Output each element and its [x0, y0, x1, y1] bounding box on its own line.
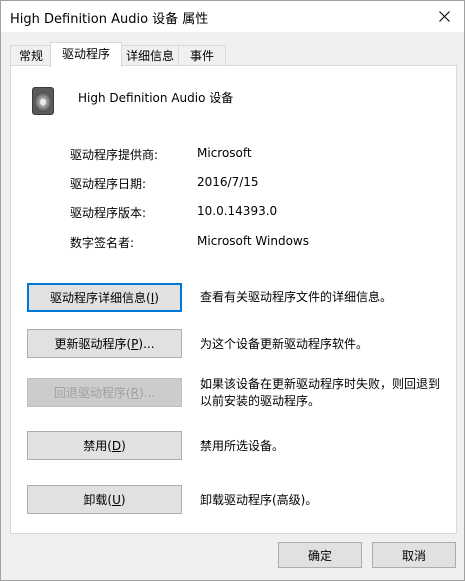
device-name: High Definition Audio 设备 [78, 91, 234, 105]
update-driver-description: 为这个设备更新驱动程序软件。 [200, 337, 369, 351]
digital-signer-value: Microsoft Windows [197, 234, 309, 248]
disable-device-accesskey: D [111, 438, 122, 453]
uninstall-driver-accesskey: U [112, 492, 121, 507]
update-driver-button[interactable]: 更新驱动程序(P)... [27, 329, 182, 358]
driver-details-description: 查看有关驱动程序文件的详细信息。 [200, 290, 393, 304]
disable-device-label-pre: 禁用( [83, 439, 112, 453]
driver-date-value: 2016/7/15 [197, 175, 259, 189]
title-bar: High Definition Audio 设备 属性 [1, 1, 464, 32]
driver-date-label: 驱动程序日期: [70, 177, 147, 191]
properties-dialog: High Definition Audio 设备 属性 常规 驱动程序 详细信息… [0, 0, 465, 581]
ok-button[interactable]: 确定 [278, 542, 362, 568]
driver-provider-label: 驱动程序提供商: [70, 148, 159, 162]
digital-signer-label: 数字签名者: [70, 236, 135, 250]
driver-details-label-post: ) [154, 290, 159, 305]
disable-device-description: 禁用所选设备。 [200, 439, 285, 453]
cancel-button[interactable]: 取消 [372, 542, 456, 568]
driver-version-value: 10.0.14393.0 [197, 204, 278, 218]
speaker-icon [32, 87, 54, 115]
tab-general[interactable]: 常规 [10, 45, 52, 66]
driver-panel: High Definition Audio 设备 驱动程序提供商: Micros… [10, 65, 457, 534]
rollback-driver-accesskey: R [130, 385, 139, 400]
uninstall-driver-button[interactable]: 卸载(U) [27, 485, 182, 514]
driver-details-label-pre: 驱动程序详细信息( [50, 291, 151, 305]
disable-device-label-post: ) [121, 438, 126, 453]
uninstall-driver-label-pre: 卸载( [83, 493, 113, 507]
uninstall-driver-label-post: ) [120, 492, 126, 507]
uninstall-driver-description: 卸载驱动程序(高级)。 [200, 493, 318, 507]
update-driver-label-post: )... [138, 336, 155, 351]
update-driver-accesskey: P [131, 336, 139, 351]
tab-driver[interactable]: 驱动程序 [50, 42, 122, 67]
driver-version-label: 驱动程序版本: [70, 206, 147, 220]
window-title: High Definition Audio 设备 属性 [10, 12, 209, 27]
tab-events[interactable]: 事件 [178, 45, 226, 66]
tab-details[interactable]: 详细信息 [120, 45, 180, 66]
close-icon [438, 11, 450, 22]
rollback-driver-label-post: )... [138, 385, 156, 400]
close-button[interactable] [424, 1, 464, 32]
rollback-driver-label-pre: 回退驱动程序( [53, 386, 131, 400]
update-driver-label-pre: 更新驱动程序( [54, 337, 132, 351]
rollback-driver-description: 如果该设备在更新驱动程序时失败，则回退到以前安装的驱动程序。 [200, 377, 441, 408]
driver-provider-value: Microsoft [197, 146, 252, 160]
disable-device-button[interactable]: 禁用(D) [27, 431, 182, 460]
driver-details-button[interactable]: 驱动程序详细信息(I) [27, 283, 182, 312]
rollback-driver-button: 回退驱动程序(R)... [27, 378, 182, 407]
